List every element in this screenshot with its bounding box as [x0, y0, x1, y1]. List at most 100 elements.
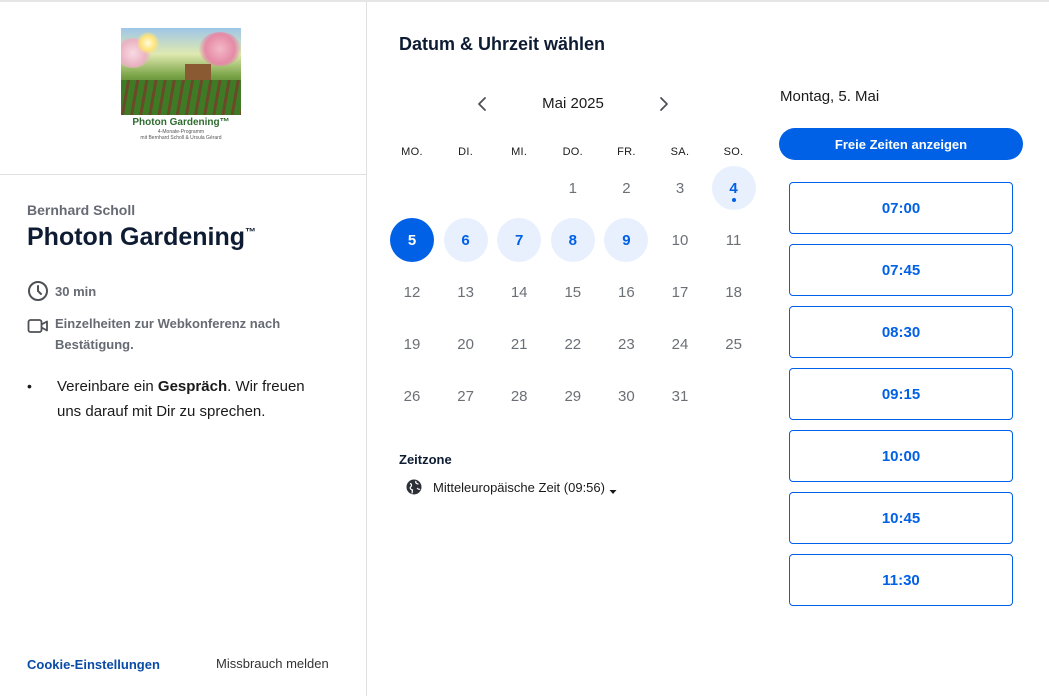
- description-bold: Gespräch: [157, 378, 228, 395]
- calendar-day-selected[interactable]: 5: [390, 218, 434, 262]
- day-number: 15: [564, 283, 582, 301]
- weekday-header: MO.: [401, 146, 423, 158]
- show-free-times-button[interactable]: Freie Zeiten anzeigen: [779, 128, 1023, 160]
- calendar-day-available[interactable]: 9: [604, 218, 649, 262]
- day-number: 4: [729, 179, 738, 197]
- time-slot-button[interactable]: 07:00: [789, 182, 1013, 234]
- blossom-tree-graphic: [199, 32, 241, 66]
- day-number: 21: [510, 335, 528, 353]
- day-number: 10: [671, 231, 689, 249]
- calendar-day: 3: [658, 166, 702, 210]
- calendar-day-available[interactable]: 8: [550, 218, 595, 262]
- event-description: • Vereinbare ein Gespräch. Wir freuen un…: [27, 374, 327, 424]
- garden-rows-graphic: [121, 80, 241, 115]
- time-slot-button[interactable]: 09:15: [789, 368, 1013, 420]
- month-label: Mai 2025: [542, 95, 604, 112]
- event-title: Photon Gardening™: [27, 223, 256, 252]
- day-number: 7: [515, 231, 524, 249]
- day-number: 2: [622, 179, 631, 197]
- cookie-settings-link[interactable]: Cookie-Einstellungen: [27, 657, 160, 672]
- weekday-header: DO.: [562, 146, 584, 158]
- calendar-day: 31: [658, 374, 702, 418]
- day-number: 20: [457, 335, 474, 353]
- clock-icon: [27, 280, 49, 302]
- timezone-label: Zeitzone: [399, 452, 452, 467]
- logo-caption: Photon Gardening™ 4-Monate-Programm mit …: [121, 115, 241, 146]
- calendar-day: 27: [444, 374, 488, 418]
- duration-text: 30 min: [55, 283, 97, 299]
- logo-area: Photon Gardening™ 4-Monate-Programm mit …: [0, 2, 366, 175]
- time-slot-button[interactable]: 07:45: [789, 244, 1013, 296]
- calendar-day: 22: [551, 322, 595, 366]
- day-number: 9: [622, 231, 631, 249]
- time-slot-button[interactable]: 10:00: [789, 430, 1013, 482]
- timezone-select[interactable]: Mitteleuropäische Zeit (09:56): [405, 477, 617, 497]
- calendar-day: 18: [712, 270, 756, 314]
- calendar-day: 1: [551, 166, 595, 210]
- day-number: 24: [671, 335, 689, 353]
- day-number: 25: [725, 335, 742, 353]
- calendar-day: 26: [390, 374, 434, 418]
- day-number: 16: [618, 283, 635, 301]
- calendar-day: 21: [497, 322, 541, 366]
- day-number: 13: [457, 283, 474, 301]
- calendar-day: 23: [604, 322, 648, 366]
- globe-icon: [405, 478, 423, 496]
- weekday-header: SO.: [723, 146, 744, 158]
- calendar-day-available[interactable]: 7: [497, 218, 542, 262]
- calendar-day: 25: [712, 322, 756, 366]
- calendar-day-available[interactable]: 6: [443, 218, 488, 262]
- duration-row: 30 min: [27, 280, 96, 302]
- sun-graphic: [137, 32, 159, 54]
- time-slot-button[interactable]: 10:45: [789, 492, 1013, 544]
- day-number: 11: [725, 231, 742, 249]
- weekday-header: DI.: [458, 146, 474, 158]
- day-number: 12: [403, 283, 421, 301]
- chevron-right-icon: [660, 97, 668, 111]
- calendar-day: 10: [658, 218, 702, 262]
- caret-down-icon: [609, 483, 617, 494]
- weekday-header: FR.: [617, 146, 636, 158]
- calendar-day: 2: [604, 166, 648, 210]
- day-number: 1: [568, 179, 577, 197]
- time-slot-button[interactable]: 11:30: [789, 554, 1013, 606]
- event-details-panel: Photon Gardening™ 4-Monate-Programm mit …: [0, 2, 367, 696]
- selected-date-label: Montag, 5. Mai: [780, 88, 880, 105]
- calendar-day: 13: [444, 270, 488, 314]
- time-slot-button[interactable]: 08:30: [789, 306, 1013, 358]
- calendar-day-available[interactable]: 4: [711, 166, 756, 210]
- day-number: 8: [568, 231, 577, 249]
- month-navigation: Mai 2025: [466, 90, 680, 118]
- today-indicator: [731, 198, 736, 202]
- conference-text: Einzelheiten zur Webkonferenz nach Bestä…: [55, 316, 281, 352]
- day-number: 5: [407, 231, 417, 249]
- conference-row: Einzelheiten zur Webkonferenz nach Bestä…: [27, 313, 327, 355]
- timezone-value: Mitteleuropäische Zeit (09:56): [433, 479, 605, 495]
- report-abuse-link[interactable]: Missbrauch melden: [216, 656, 329, 671]
- event-title-text: Photon Gardening: [27, 223, 246, 251]
- weekday-header: MI.: [511, 146, 528, 158]
- next-month-button[interactable]: [654, 94, 674, 114]
- hut-graphic: [185, 64, 211, 80]
- section-title: Datum & Uhrzeit wählen: [399, 34, 606, 54]
- day-number: 6: [461, 231, 470, 249]
- logo-title: Photon Gardening™: [132, 117, 230, 128]
- logo-authors: mit Bernhard Scholl & Ursula Gérard: [140, 135, 222, 141]
- day-number: 14: [510, 283, 528, 301]
- calendar-day: 15: [551, 270, 595, 314]
- video-camera-icon: [27, 315, 49, 337]
- day-number: 27: [457, 387, 474, 405]
- calendar-day: 30: [604, 374, 648, 418]
- day-number: 31: [671, 387, 689, 405]
- calendar-day: 24: [658, 322, 702, 366]
- day-number: 22: [564, 335, 582, 353]
- weekday-header: SA.: [670, 146, 690, 158]
- calendar-day: 17: [658, 270, 702, 314]
- calendar-day: 12: [390, 270, 434, 314]
- organizer-name: Bernhard Scholl: [27, 202, 136, 218]
- trademark-symbol: ™: [245, 226, 257, 239]
- event-logo: Photon Gardening™ 4-Monate-Programm mit …: [121, 28, 241, 146]
- day-number: 29: [564, 387, 582, 405]
- calendar-day: 16: [604, 270, 648, 314]
- description-text: Vereinbare ein Gespräch. Wir freuen uns …: [57, 374, 327, 424]
